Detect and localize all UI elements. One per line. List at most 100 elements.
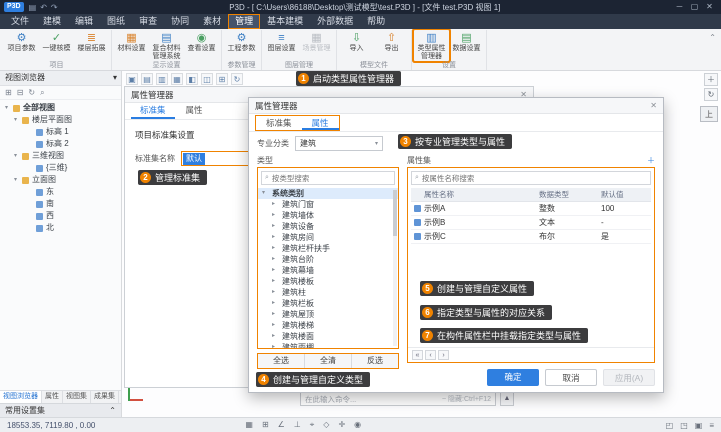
property-row[interactable]: 示例B 文本 - [411,216,651,230]
tree-item[interactable]: {三维} [0,162,121,174]
menu-tab-help[interactable]: 帮助 [360,14,392,29]
panel-menu-icon[interactable]: ▾ [113,71,117,85]
minimize-button[interactable]: ─ [672,0,687,14]
type-item[interactable]: ▸建筑台阶 [258,254,398,265]
menu-tab-review[interactable]: 审查 [132,14,164,29]
type-item[interactable]: ▸建筑栏杆扶手 [258,243,398,254]
tree-item[interactable]: 标高 2 [0,138,121,150]
tab-standard-set[interactable]: 标准集 [256,116,302,130]
orbit-icon[interactable]: ↻ [704,88,718,101]
engineering-params-button[interactable]: ⚙ 工程参数 [224,30,259,53]
menu-tab-external-data[interactable]: 外部数据 [310,14,360,29]
scene-manager-button[interactable]: ▦ 场景管理 [299,30,334,53]
collapse-panel-icon[interactable]: ⌃ [109,404,116,417]
search-tree-icon[interactable]: ⌕ [40,88,44,98]
floor-extend-button[interactable]: ≣ 楼层拓展 [74,30,109,53]
menu-tab-basic-modeling[interactable]: 基本建模 [260,14,310,29]
tree-item[interactable]: 东 [0,186,121,198]
redo-icon[interactable]: ↷ [51,3,58,12]
menu-tab-edit[interactable]: 编辑 [68,14,100,29]
menu-more-icon[interactable]: ≡ [709,421,714,430]
maximize-button[interactable]: ▢ [687,0,702,14]
export-button[interactable]: ⇧ 导出 [374,30,409,53]
view-settings-button[interactable]: ◉ 查看设置 [184,30,219,61]
property-row[interactable]: 示例A 整数 100 [411,202,651,216]
close-button[interactable]: ✕ [702,0,717,14]
refresh-tree-icon[interactable]: ↻ [28,88,35,97]
scrollbar[interactable] [393,190,397,346]
apply-button[interactable]: 应用(A) [603,369,655,386]
tree-item[interactable]: 北 [0,222,121,234]
tree-item[interactable]: ▾全部视图 [0,102,121,114]
layer-settings-button[interactable]: ≡ 图层设置 [264,30,299,53]
type-search-input[interactable] [272,174,391,183]
scrollbar-thumb[interactable] [393,190,397,236]
type-item[interactable]: ▸建筑楼板 [258,276,398,287]
tab-standard-set[interactable]: 标准集 [131,103,175,119]
tree-item[interactable]: 南 [0,198,121,210]
tree-item[interactable]: ▾三维视图 [0,150,121,162]
menu-tab-manage[interactable]: 管理 [228,14,260,29]
clear-all-button[interactable]: 全清 [305,354,352,368]
data-settings-button[interactable]: ▤ 数据设置 [449,30,484,61]
ribbon-collapse-icon[interactable]: ⌃ [709,33,716,42]
type-item[interactable]: ▸建筑柱 [258,287,398,298]
fullscreen-icon[interactable]: ▣ [695,421,703,430]
close-icon[interactable]: ✕ [650,101,657,110]
type-item[interactable]: ▸建筑幕墙 [258,265,398,276]
import-button[interactable]: ⇩ 导入 [339,30,374,53]
grid-view-icon[interactable]: ▦ [171,73,183,85]
type-item-root[interactable]: ▾系统类别 [258,188,398,199]
invert-select-button[interactable]: 反选 [352,354,398,368]
menu-tab-modeling[interactable]: 建模 [36,14,68,29]
property-search[interactable]: ⌕ [411,171,651,185]
tile-view-icon[interactable]: ⊞ [216,73,228,85]
tab-properties[interactable]: 属性 [42,391,63,403]
collapse-all-icon[interactable]: ⊟ [17,88,24,97]
tab-view-browser[interactable]: 视图浏览器 [0,391,42,403]
snap-icon[interactable]: ⊞ [262,420,269,430]
type-item[interactable]: ▸建筑门窗 [258,199,398,210]
tree-item[interactable]: 标高 1 [0,126,121,138]
tree-item[interactable]: 西 [0,210,121,222]
tab-property[interactable]: 属性 [302,116,339,130]
next-page-button[interactable]: › [438,350,449,360]
material-settings-button[interactable]: ▦ 材料设置 [114,30,149,61]
command-input[interactable]: 在此输入命令... ~ 隐藏:Ctrl+F12 [300,392,496,406]
pan-icon[interactable]: ＋ [704,73,718,86]
expand-all-icon[interactable]: ⊞ [5,88,12,97]
one-key-check-button[interactable]: ✓ 一键核模 [39,30,74,53]
split-left-icon[interactable]: ◧ [186,73,198,85]
add-property-icon[interactable]: ＋ [647,155,655,166]
crosshair-icon[interactable]: ⌖ [310,420,315,430]
tab-view-sets[interactable]: 视图集 [63,391,91,403]
open-view-icon[interactable]: ▤ [141,73,153,85]
type-item[interactable]: ▸建筑墙体 [258,210,398,221]
type-item[interactable]: ▸建筑屋顶 [258,309,398,320]
menu-tab-sheets[interactable]: 图纸 [100,14,132,29]
type-property-manager-button[interactable]: ▥ 类型属性管理器 [414,30,449,61]
tree-item[interactable]: ▾楼层平面图 [0,114,121,126]
select-all-button[interactable]: 全选 [258,354,305,368]
discipline-select[interactable]: 建筑 ▾ [295,136,383,151]
ok-button[interactable]: 确定 [487,369,539,386]
ortho-icon[interactable]: ⊥ [294,420,301,430]
menu-tab-collaborate[interactable]: 协同 [164,14,196,29]
save-icon[interactable]: ▤ [29,3,37,12]
tracking-icon[interactable]: ✛ [338,420,345,430]
osnap-icon[interactable]: ◇ [323,420,329,430]
type-search[interactable]: ⌕ [261,171,395,185]
first-page-button[interactable]: « [412,350,423,360]
split-view-icon[interactable]: ◫ [201,73,213,85]
prev-page-button[interactable]: ‹ [425,350,436,360]
menu-tab-assets[interactable]: 素材 [196,14,228,29]
grid-icon[interactable]: ▦ [245,420,253,430]
menu-tab-file[interactable]: 文件 [4,14,36,29]
property-search-input[interactable] [422,174,647,183]
save-view-icon[interactable]: ▥ [156,73,168,85]
type-item[interactable]: ▸建筑栏板 [258,298,398,309]
type-item[interactable]: ▸建筑房间 [258,232,398,243]
type-item[interactable]: ▸建筑楼面 [258,331,398,342]
selection-cycle-icon[interactable]: ◉ [354,420,361,430]
refresh-view-icon[interactable]: ↻ [231,73,243,85]
